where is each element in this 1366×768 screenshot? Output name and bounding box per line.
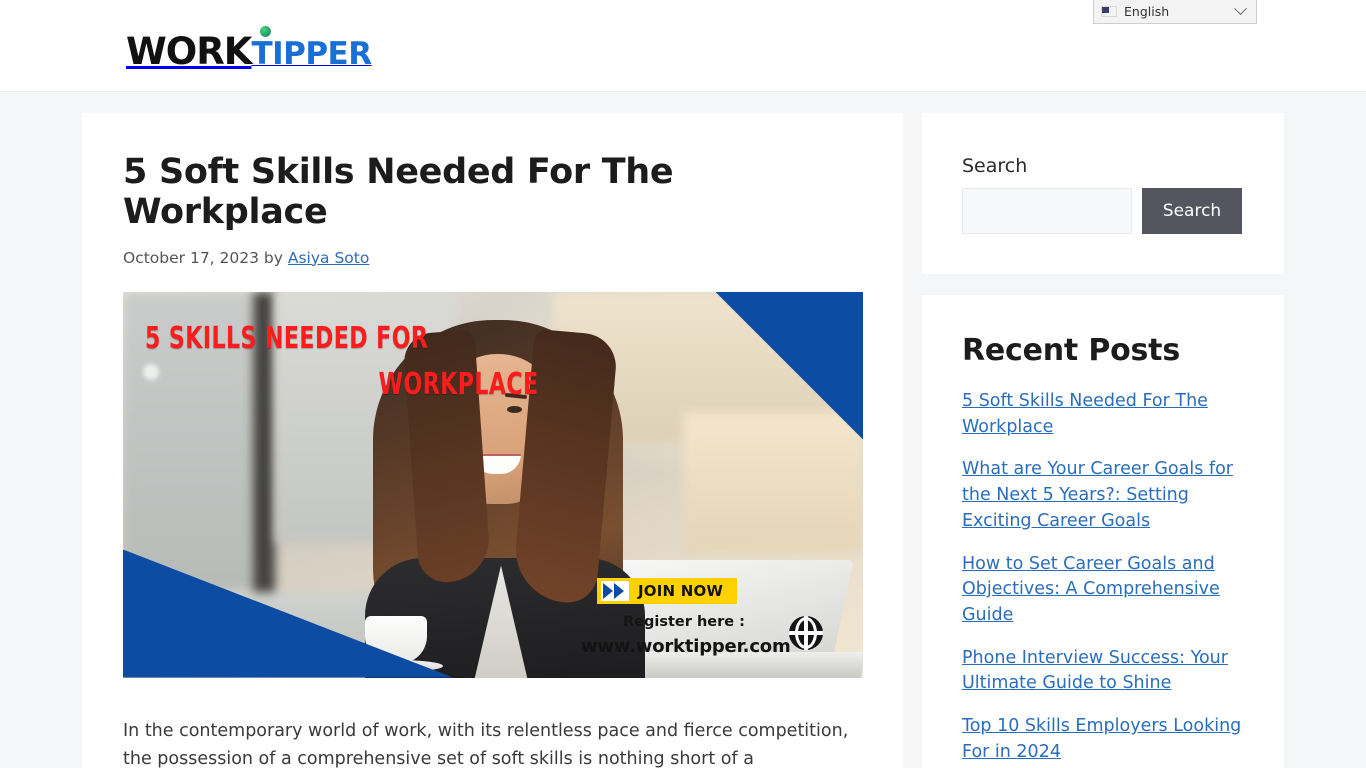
globe-ring <box>795 616 817 649</box>
page-wrapper: 5 Soft Skills Needed For The Workplace O… <box>0 92 1366 768</box>
recent-posts-list: 5 Soft Skills Needed For The Workplace W… <box>962 389 1244 766</box>
main-content: 5 Soft Skills Needed For The Workplace O… <box>82 113 903 768</box>
layout-container: 5 Soft Skills Needed For The Workplace O… <box>82 113 1284 768</box>
recent-post-link-3[interactable]: How to Set Career Goals and Objectives: … <box>962 554 1220 625</box>
featured-image-headline: 5 SKILLS NEEDED FOR WORKPLACE <box>145 316 539 409</box>
logo-text-tipper: TIPPER <box>251 36 372 72</box>
search-input[interactable] <box>962 188 1132 234</box>
chevron-down-icon <box>1234 2 1247 16</box>
recent-post-link-5[interactable]: Top 10 Skills Employers Looking For in 2… <box>962 716 1241 762</box>
search-widget: Search Search <box>922 113 1284 274</box>
site-header: WORK TIPPER English <box>0 0 1366 92</box>
article-body: In the contemporary world of work, with … <box>123 717 863 768</box>
recent-post-link-1[interactable]: 5 Soft Skills Needed For The Workplace <box>962 391 1208 437</box>
register-here-text: Register here : <box>623 613 745 630</box>
list-item: Phone Interview Success: Your Ultimate G… <box>962 646 1244 697</box>
list-item: How to Set Career Goals and Objectives: … <box>962 552 1244 629</box>
logo-text-tipper-wrap: TIPPER <box>251 26 372 72</box>
recent-post-link-2[interactable]: What are Your Career Goals for the Next … <box>962 459 1233 530</box>
list-item: What are Your Career Goals for the Next … <box>962 457 1244 534</box>
by-text: by <box>263 248 283 267</box>
language-label: English <box>1124 4 1170 19</box>
headline-line-1: 5 SKILLS NEEDED FOR <box>145 320 429 356</box>
join-now-label: JOIN NOW <box>638 581 724 600</box>
search-row: Search <box>962 188 1244 234</box>
globe-icon <box>789 615 823 650</box>
list-item: Top 10 Skills Employers Looking For in 2… <box>962 714 1244 765</box>
publish-date: October 17, 2023 <box>123 248 259 267</box>
join-now-badge: JOIN NOW <box>597 577 738 604</box>
list-item: 5 Soft Skills Needed For The Workplace <box>962 389 1244 440</box>
article-paragraph: In the contemporary world of work, with … <box>123 720 849 768</box>
language-switcher[interactable]: English <box>1093 0 1257 24</box>
author-link[interactable]: Asiya Soto <box>288 249 369 267</box>
search-label: Search <box>962 155 1028 177</box>
sidebar: Search Search Recent Posts 5 Soft Skills… <box>922 113 1284 768</box>
recent-post-link-4[interactable]: Phone Interview Success: Your Ultimate G… <box>962 648 1228 694</box>
recent-posts-widget: Recent Posts 5 Soft Skills Needed For Th… <box>922 295 1284 768</box>
us-flag-icon <box>1101 6 1117 17</box>
website-url-text: www.worktipper.com <box>581 635 791 657</box>
page-title: 5 Soft Skills Needed For The Workplace <box>123 152 674 233</box>
site-logo[interactable]: WORK TIPPER <box>126 26 372 70</box>
play-arrow-icon <box>601 580 629 601</box>
search-button[interactable]: Search <box>1142 188 1242 234</box>
flag-canton <box>1102 7 1109 13</box>
recent-posts-title: Recent Posts <box>962 333 1180 368</box>
entry-meta: October 17, 2023 by Asiya Soto <box>123 249 863 267</box>
logo-text-work: WORK <box>126 30 252 73</box>
headline-line-2: WORKPLACE <box>378 367 539 402</box>
featured-image: 5 SKILLS NEEDED FOR WORKPLACE JOIN NOW R… <box>123 291 863 678</box>
bg-pane-e <box>683 411 863 552</box>
